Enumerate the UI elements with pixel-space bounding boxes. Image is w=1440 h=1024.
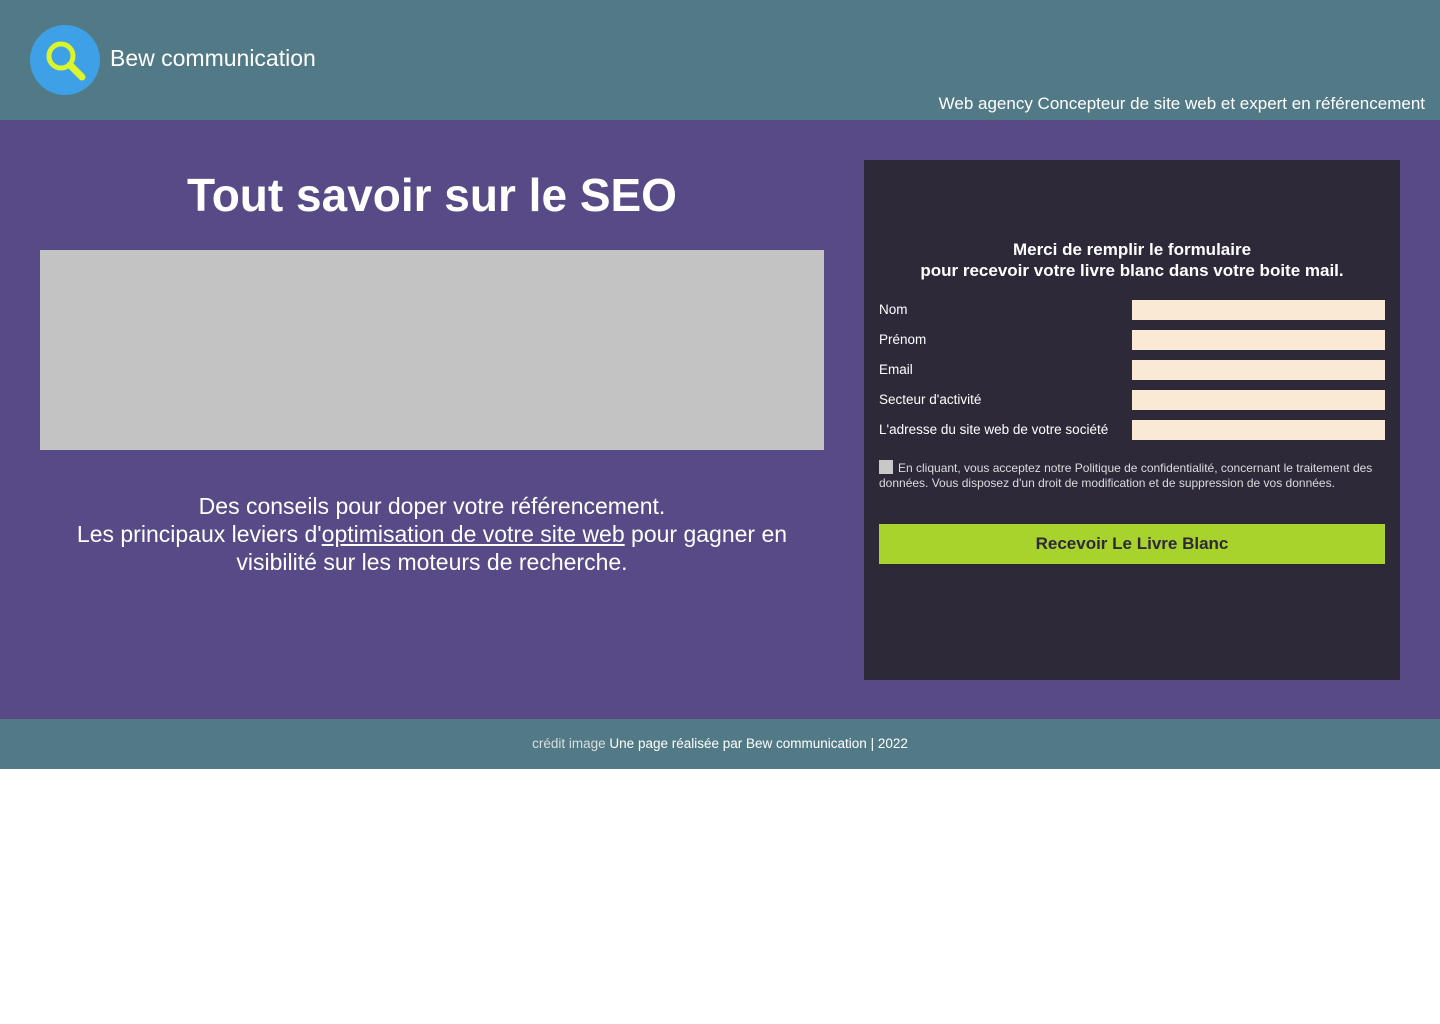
form-heading-line-2: pour recevoir votre livre blanc dans vot… [920, 261, 1344, 280]
brand-name[interactable]: Bew communication [110, 45, 316, 72]
website-label: L'adresse du site web de votre société [879, 422, 1109, 437]
site-footer: crédit image Une page réalisée par Bew c… [0, 719, 1440, 769]
secteur-input[interactable] [1132, 390, 1385, 410]
field-row-email: Email [879, 360, 1385, 380]
email-label: Email [879, 362, 913, 377]
intro-line-1: Des conseils pour doper votre référencem… [198, 493, 666, 519]
consent-checkbox[interactable] [879, 460, 893, 474]
consent-text: En cliquant, vous acceptez notre Politiq… [879, 461, 1373, 490]
secteur-label: Secteur d'activité [879, 392, 982, 407]
hero-image-placeholder [40, 250, 824, 450]
lead-form: Merci de remplir le formulaire pour rece… [864, 160, 1400, 680]
site-header: Bew communication Web agency Concepteur … [0, 0, 1440, 120]
form-heading-line-1: Merci de remplir le formulaire [1012, 240, 1252, 259]
nom-label: Nom [879, 302, 908, 317]
intro-line-2-start: Les principaux leviers d' [76, 521, 322, 547]
consent-block: En cliquant, vous acceptez notre Politiq… [879, 460, 1385, 491]
prenom-input[interactable] [1132, 330, 1385, 350]
intro-line-2-end: pour gagner en [624, 521, 788, 547]
field-row-secteur: Secteur d'activité [879, 390, 1385, 410]
optimisation-link[interactable]: optimisation de votre site web [322, 521, 625, 547]
page-title: Tout savoir sur le SEO [187, 169, 677, 221]
email-input[interactable] [1132, 360, 1385, 380]
intro-line-3: visibilité sur les moteurs de recherche. [236, 549, 628, 575]
field-row-website: L'adresse du site web de votre société [879, 420, 1385, 440]
footer-text: Une page réalisée par Bew communication … [605, 736, 908, 751]
intro-line-2: Les principaux leviers d'optimisation de… [30, 520, 834, 548]
intro-text: Des conseils pour doper votre référencem… [30, 492, 834, 576]
prenom-label: Prénom [879, 332, 927, 347]
field-row-nom: Nom [879, 300, 1385, 320]
field-row-prenom: Prénom [879, 330, 1385, 350]
website-input[interactable] [1132, 420, 1385, 440]
tagline: Web agency Concepteur de site web et exp… [938, 94, 1425, 113]
form-heading: Merci de remplir le formulaire pour rece… [864, 239, 1400, 281]
submit-button[interactable]: Recevoir Le Livre Blanc [879, 524, 1385, 564]
logo[interactable] [30, 25, 100, 95]
nom-input[interactable] [1132, 300, 1385, 320]
image-credit-link[interactable]: crédit image [532, 736, 606, 751]
main-section: Tout savoir sur le SEO Des conseils pour… [0, 120, 1440, 719]
search-icon [46, 41, 86, 81]
